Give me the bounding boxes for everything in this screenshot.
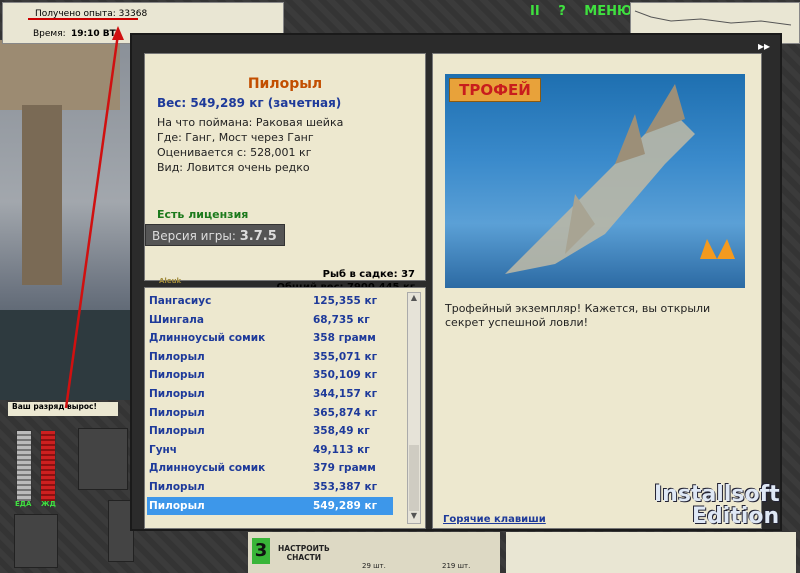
catch-row[interactable]: Пангасиус 125,355 кг bbox=[147, 292, 393, 310]
fatigue-label: ЖД bbox=[41, 500, 56, 508]
river-water bbox=[0, 310, 130, 400]
version-label: Версия игры: bbox=[152, 229, 236, 243]
catch-weight: 125,355 кг bbox=[313, 295, 378, 307]
trophy-fish-image: ТРОФЕЙ bbox=[445, 74, 745, 288]
rank-up-message: Ваш разряд вырос! bbox=[8, 402, 118, 416]
trophy-description: Трофейный экземпляр! Кажется, вы открыли… bbox=[445, 302, 711, 329]
count-b: 219 шт. bbox=[442, 562, 471, 570]
game-logo: Aleuk bbox=[159, 277, 182, 285]
catch-weight: 379 грамм bbox=[313, 462, 376, 475]
bridge-pillar bbox=[22, 105, 62, 285]
catch-row[interactable]: Пилорыл 350,109 кг bbox=[147, 366, 393, 384]
fish-name: Пилорыл bbox=[247, 76, 323, 92]
fish-kind: Вид: Ловится очень редко bbox=[157, 161, 310, 174]
setup-label-1: НАСТРОИТЬ bbox=[278, 544, 330, 553]
fish-bait: На что поймана: Раковая шейка bbox=[157, 116, 344, 129]
fish-location: Где: Ганг, Мост через Ганг bbox=[157, 131, 314, 144]
hotkeys-link[interactable]: Горячие клавиши bbox=[443, 514, 546, 525]
catch-row[interactable]: Пилорыл 353,387 кг bbox=[147, 478, 393, 496]
trophy-badge: ТРОФЕЙ bbox=[449, 78, 541, 102]
help-button[interactable]: ? bbox=[558, 4, 566, 19]
catch-weight: 365,874 кг bbox=[313, 406, 378, 419]
catch-weight: 68,735 кг bbox=[313, 313, 370, 326]
catch-name: Пилорыл bbox=[149, 350, 205, 363]
catch-row[interactable]: Пилорыл 355,071 кг bbox=[147, 348, 393, 366]
version-value: 3.7.5 bbox=[239, 229, 277, 244]
catch-weight: 344,157 кг bbox=[313, 388, 378, 400]
watermark-line1: Installsoft bbox=[654, 482, 780, 507]
catch-row[interactable]: Пилорыл 365,874 кг bbox=[147, 404, 393, 422]
catch-name: Пилорыл bbox=[149, 388, 205, 400]
sawfish-picture bbox=[505, 84, 735, 274]
food-label: ЕДА bbox=[15, 500, 32, 508]
watermark: Installsoft Edition bbox=[654, 484, 780, 528]
scroll-down-icon[interactable]: ▼ bbox=[408, 511, 420, 523]
catch-weight: 549,289 кг bbox=[313, 499, 378, 512]
license-status: Есть лицензия bbox=[157, 208, 249, 221]
catch-row[interactable]: Длинноусый сомик 379 грамм bbox=[147, 459, 393, 477]
time-value: 19:10 ВТ bbox=[71, 29, 116, 39]
catch-weight: 355,071 кг bbox=[313, 350, 378, 363]
scroll-up-icon[interactable]: ▲ bbox=[408, 293, 420, 305]
scroll-thumb[interactable] bbox=[409, 445, 419, 511]
time-label: Время: bbox=[33, 29, 66, 39]
catch-row[interactable]: Пилорыл 344,157 кг bbox=[147, 385, 393, 403]
catch-name: Пилорыл bbox=[149, 406, 205, 419]
catch-weight: 350,109 кг bbox=[313, 369, 378, 382]
catch-name: Пилорыл bbox=[149, 425, 205, 438]
watermark-line2: Edition bbox=[692, 504, 780, 529]
catch-list: Пангасиус 125,355 кг Шингала 68,735 кг Длинн… bbox=[144, 287, 426, 529]
catch-weight: 358,49 кг bbox=[313, 425, 370, 438]
catch-row[interactable]: Пилорыл 358,49 кг bbox=[147, 422, 393, 440]
catch-name: Пилорыл bbox=[149, 499, 205, 512]
tackle-box-button[interactable] bbox=[78, 428, 128, 490]
trophy-panel: ТРОФЕЙ Трофейный экземпляр! Кажется, вы … bbox=[432, 53, 762, 529]
next-icon[interactable]: ▸▸ bbox=[758, 39, 770, 53]
top-menu: II ? МЕНЮ bbox=[530, 4, 646, 19]
fish-value: Оценивается с: 528,001 кг bbox=[157, 146, 312, 159]
menu-button[interactable]: МЕНЮ bbox=[584, 4, 632, 19]
catch-weight: 49,113 кг bbox=[313, 443, 370, 456]
bridge-arch bbox=[0, 40, 120, 110]
fish-info-panel: Пилорыл Вес: 549,289 кг (зачетная) На чт… bbox=[144, 53, 426, 293]
game-version: Версия игры: 3.7.5 bbox=[145, 224, 285, 246]
catch-row[interactable]: Гунч 49,113 кг bbox=[147, 441, 393, 459]
keepnet-count: Рыб в садке: 37 bbox=[322, 269, 415, 280]
catch-window: ▸▸ Пилорыл Вес: 549,289 кг (зачетная) На… bbox=[130, 33, 782, 531]
setup-label-2: СНАСТИ bbox=[286, 553, 322, 562]
catch-row[interactable]: Длинноусый сомик 358 грамм bbox=[147, 329, 393, 347]
rod-number[interactable]: 3 bbox=[252, 538, 270, 564]
catch-row[interactable]: Шингала 68,735 кг bbox=[147, 311, 393, 329]
catch-row[interactable]: Пилорыл 549,289 кг bbox=[147, 496, 393, 515]
catch-name: Шингала bbox=[149, 313, 204, 326]
fish-weight: Вес: 549,289 кг (зачетная) bbox=[157, 96, 342, 110]
annotation-underline bbox=[28, 18, 138, 20]
catch-name: Пилорыл bbox=[149, 369, 205, 382]
catch-name: Длинноусый сомик bbox=[149, 462, 266, 475]
catch-list-scrollbar[interactable]: ▲ ▼ bbox=[407, 292, 421, 524]
catch-weight: 358 грамм bbox=[313, 332, 376, 345]
catch-name: Пангасиус bbox=[149, 295, 212, 307]
backpack-button[interactable] bbox=[14, 514, 58, 568]
right-bottom-panel bbox=[506, 532, 796, 573]
fatigue-meter bbox=[40, 430, 56, 502]
count-a: 29 шт. bbox=[362, 562, 386, 570]
catch-name: Длинноусый сомик bbox=[149, 332, 266, 345]
catch-weight: 353,387 кг bbox=[313, 481, 378, 493]
catch-name: Пилорыл bbox=[149, 481, 205, 493]
food-meter bbox=[16, 430, 32, 502]
setup-tackle-button[interactable]: НАСТРОИТЬ СНАСТИ bbox=[278, 544, 330, 562]
pause-button[interactable]: II bbox=[530, 4, 540, 19]
catch-name: Гунч bbox=[149, 443, 177, 456]
